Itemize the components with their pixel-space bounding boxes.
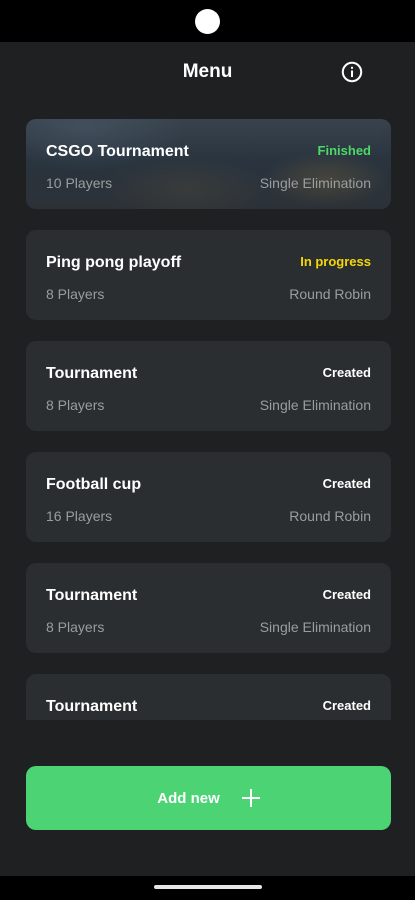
tournament-card[interactable]: CSGO Tournament Finished 10 Players Sing…	[26, 119, 391, 209]
tournament-players: 10 Players	[46, 175, 113, 191]
tournament-status: In progress	[300, 254, 371, 269]
add-new-label: Add new	[157, 789, 220, 807]
tournament-format: Round Robin	[289, 286, 371, 302]
tournament-players: 16 Players	[46, 508, 113, 524]
tournament-status: Created	[322, 587, 371, 602]
tournament-name: Ping pong playoff	[46, 254, 182, 271]
tournament-card[interactable]: Ping pong playoff In progress 8 Players …	[26, 230, 391, 320]
front-camera	[195, 9, 220, 34]
tournament-name: Football cup	[46, 476, 142, 493]
tournament-list[interactable]: CSGO Tournament Finished 10 Players Sing…	[0, 102, 415, 720]
tournament-status: Finished	[317, 143, 371, 158]
tournament-card[interactable]: Tournament Created	[26, 674, 391, 720]
phone-screen: Menu CSGO Tournament Finished 10 Players…	[0, 0, 415, 900]
add-new-button[interactable]: Add new	[26, 766, 391, 830]
info-circle-icon	[341, 61, 363, 83]
tournament-players: 8 Players	[46, 286, 105, 302]
tournament-card[interactable]: Tournament Created 8 Players Single Elim…	[26, 341, 391, 431]
tournament-name: Tournament	[46, 365, 138, 382]
tournament-format: Single Elimination	[259, 175, 371, 191]
tournament-card[interactable]: Football cup Created 16 Players Round Ro…	[26, 452, 391, 542]
system-navigation-bar	[0, 876, 415, 900]
tournament-status: Created	[322, 476, 371, 491]
tournament-name: CSGO Tournament	[46, 143, 189, 160]
info-button[interactable]	[341, 61, 363, 83]
plus-icon	[241, 789, 260, 807]
tournament-format: Round Robin	[289, 508, 371, 524]
tournament-name: Tournament	[46, 587, 138, 604]
home-indicator[interactable]	[154, 885, 262, 889]
tournament-status: Created	[322, 365, 371, 380]
tournament-status: Created	[322, 698, 371, 713]
tournament-players: 8 Players	[46, 619, 105, 635]
app-header: Menu	[0, 42, 415, 102]
card-background-image	[26, 119, 391, 209]
status-bar	[0, 0, 415, 42]
tournament-card[interactable]: Tournament Created 8 Players Single Elim…	[26, 563, 391, 653]
tournament-players: 8 Players	[46, 397, 105, 413]
tournament-format: Single Elimination	[259, 619, 371, 635]
tournament-name: Tournament	[46, 698, 138, 715]
tournament-format: Single Elimination	[259, 397, 371, 413]
